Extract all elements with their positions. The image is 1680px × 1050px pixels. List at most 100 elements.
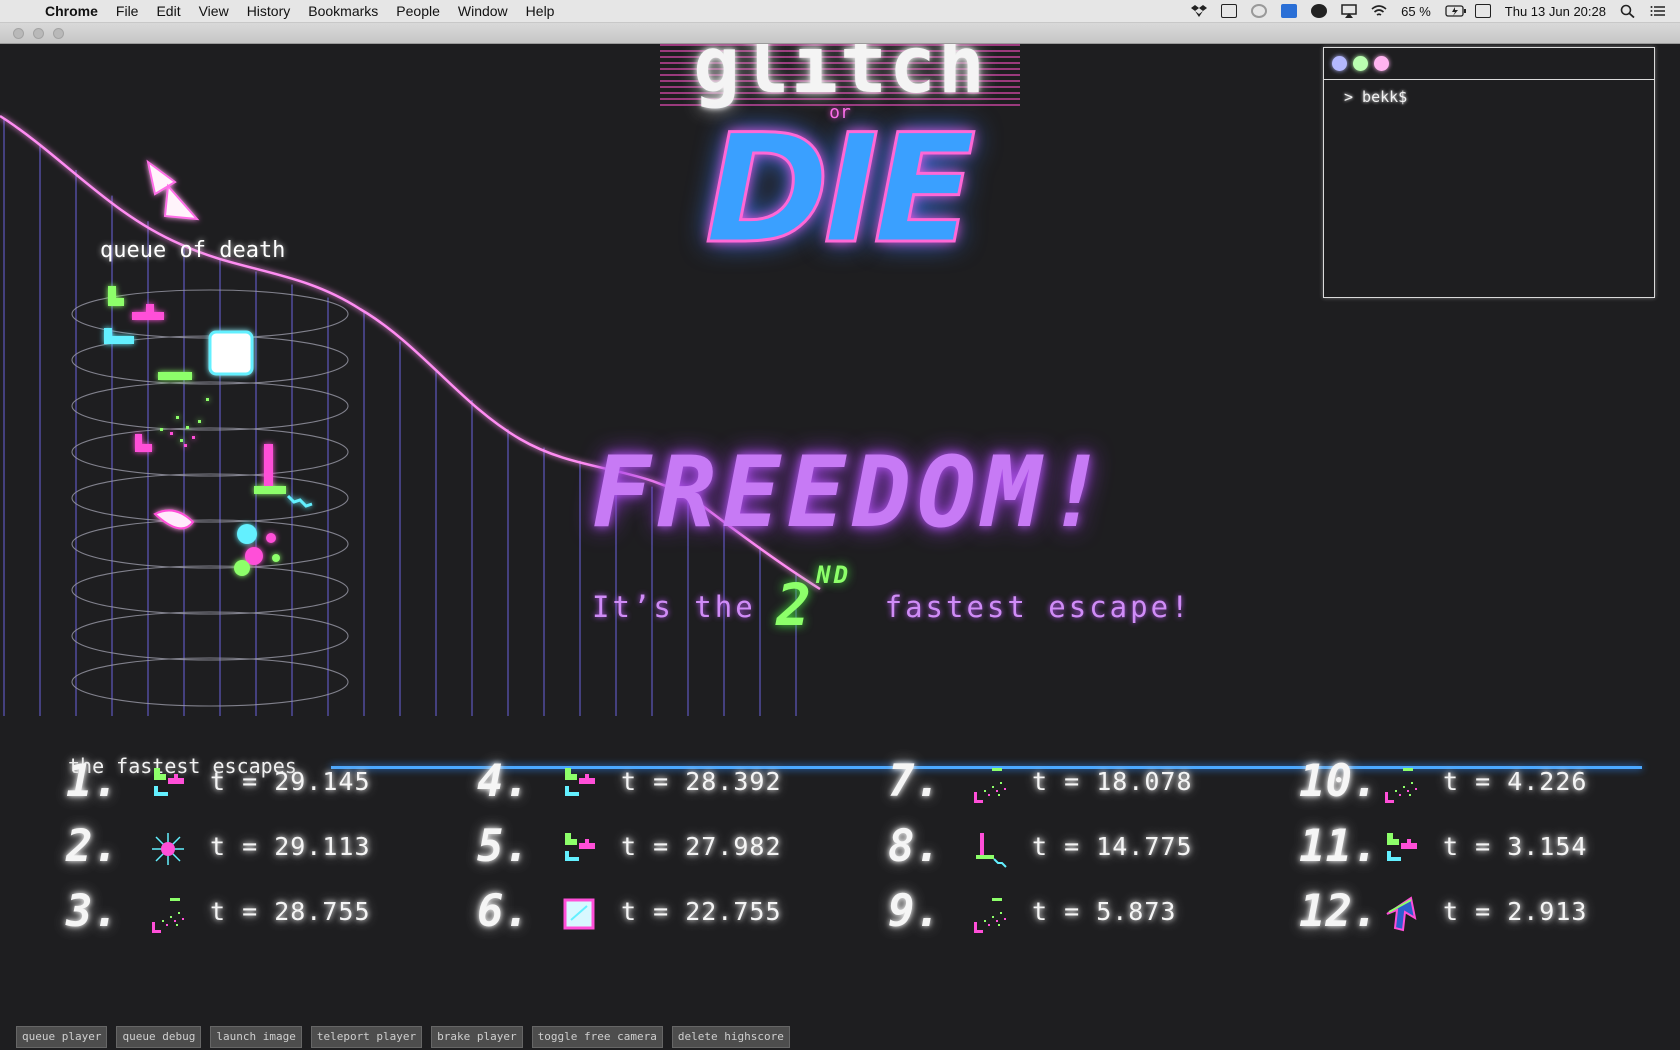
menu-file[interactable]: File: [107, 3, 148, 19]
cc-icon[interactable]: [1221, 4, 1238, 18]
queue-of-death-label: queue of death: [100, 238, 286, 263]
score-entry: 10. t = 4.226: [1299, 754, 1680, 810]
blocks-icon: [565, 768, 595, 796]
vertical-grid-lines: [3, 118, 797, 716]
score-entry: 5. t = 27.982: [477, 819, 867, 875]
toggle-free-camera-button[interactable]: toggle free camera: [531, 1026, 663, 1048]
menu-people[interactable]: People: [387, 3, 449, 19]
escape-rank-message: It’s the 2 ND fastest escape!: [592, 561, 1192, 639]
window-zoom-button[interactable]: [53, 28, 64, 39]
dropbox-icon[interactable]: [1191, 4, 1208, 18]
tube-ring: [71, 657, 349, 707]
escape-prefix: It’s the: [592, 590, 756, 624]
terminal-titlebar: [1324, 48, 1654, 80]
score-entry: 3. t = 28.755: [66, 884, 456, 940]
terminal-dot-blue: [1332, 56, 1347, 71]
tube-ring: [71, 381, 349, 431]
score-rank: 3.: [66, 886, 119, 937]
highscore-panel: the fastest escapes 1. t = 29.145 2. t = 29…: [0, 716, 1680, 1050]
score-time: t = 22.755: [621, 897, 782, 926]
notification-center-icon[interactable]: [1650, 4, 1666, 18]
window-close-button[interactable]: [13, 28, 24, 39]
score-time: t = 4.226: [1443, 767, 1588, 796]
blocks-icon: [154, 768, 184, 796]
score-time: t = 27.982: [621, 832, 782, 861]
score-entry: 8. t = 14.775: [888, 819, 1278, 875]
score-rank: 6.: [477, 886, 530, 937]
score-rank: 11.: [1299, 821, 1379, 872]
score-rank: 1.: [66, 756, 119, 807]
menu-bookmarks[interactable]: Bookmarks: [299, 3, 387, 19]
score-entry: 11. t = 3.154: [1299, 819, 1680, 875]
game-canvas[interactable]: glitch or DIE queue of death FREEDOM! It…: [0, 44, 1680, 716]
browser-titlebar: [0, 23, 1680, 44]
menu-help[interactable]: Help: [517, 3, 564, 19]
score-time: t = 18.078: [1032, 767, 1193, 796]
airplay-icon[interactable]: [1341, 4, 1357, 18]
tube-ring: [71, 519, 349, 569]
launch-image-button[interactable]: launch image: [210, 1026, 302, 1048]
debris-icon: [974, 768, 1006, 803]
menu-bar: Chrome File Edit View History Bookmarks …: [0, 0, 1680, 23]
terminal-window[interactable]: > bekk$: [1323, 47, 1655, 298]
sync-icon[interactable]: [1251, 4, 1268, 18]
score-rank: 10.: [1299, 756, 1379, 807]
score-time: t = 29.145: [210, 767, 371, 796]
score-time: t = 3.154: [1443, 832, 1588, 861]
score-time: t = 2.913: [1443, 897, 1588, 926]
score-entry: 2. t = 29.113: [66, 819, 456, 875]
search-icon[interactable]: [1620, 4, 1636, 19]
battery-icon[interactable]: [1445, 4, 1466, 18]
score-rank: 8.: [888, 821, 941, 872]
score-entry: 6. t = 22.755: [477, 884, 867, 940]
spark-icon: [152, 833, 184, 865]
score-rank: 5.: [477, 821, 530, 872]
wifi-icon[interactable]: [1371, 4, 1387, 18]
menu-edit[interactable]: Edit: [147, 3, 189, 19]
debug-toolbar: queue player queue debug launch image te…: [16, 1026, 790, 1048]
score-entry: 12. t = 2.913: [1299, 884, 1680, 940]
delete-highscore-button[interactable]: delete highscore: [671, 1026, 790, 1048]
logo-die-text: DIE: [704, 103, 978, 277]
window-minimize-button[interactable]: [33, 28, 44, 39]
score-entry: 4. t = 28.392: [477, 754, 867, 810]
menu-view[interactable]: View: [190, 3, 238, 19]
menu-window[interactable]: Window: [449, 3, 517, 19]
status-area: 65 % Thu 13 Jun 20:28: [1191, 4, 1680, 19]
score-entry: 1. t = 29.145: [66, 754, 456, 810]
score-rank: 9.: [888, 886, 941, 937]
score-time: t = 14.775: [1032, 832, 1193, 861]
queue-player-button[interactable]: queue player: [16, 1026, 108, 1048]
queue-debug-button[interactable]: queue debug: [116, 1026, 202, 1048]
freedom-headline: FREEDOM!: [592, 436, 1113, 550]
clock[interactable]: Thu 13 Jun 20:28: [1505, 4, 1606, 19]
debris-icon: [152, 898, 184, 933]
score-time: t = 28.392: [621, 767, 782, 796]
arrow-icon: [1386, 896, 1417, 932]
tiles-icon[interactable]: [1281, 4, 1298, 18]
tube-ring: [71, 427, 349, 477]
terminal-dot-green: [1353, 56, 1368, 71]
image-icon: [563, 898, 595, 930]
score-rank: 12.: [1299, 886, 1379, 937]
brake-player-button[interactable]: brake player: [431, 1026, 523, 1048]
score-entry: 7. t = 18.078: [888, 754, 1278, 810]
menu-app-name[interactable]: Chrome: [36, 3, 107, 19]
calendar-icon[interactable]: [1474, 4, 1491, 18]
menu-history[interactable]: History: [238, 3, 300, 19]
bolt-icon[interactable]: [1311, 4, 1328, 18]
logo-glitch-text: glitch: [660, 44, 1020, 106]
terminal-prompt[interactable]: > bekk$: [1344, 88, 1407, 106]
corner-icon: [976, 833, 1007, 868]
blocks-icon: [565, 833, 595, 861]
escape-suffix: fastest escape!: [884, 590, 1192, 624]
teleport-player-button[interactable]: teleport player: [310, 1026, 423, 1048]
score-entry: 9. t = 5.873: [888, 884, 1278, 940]
debris-icon: [1385, 768, 1417, 803]
tube-ring: [71, 565, 349, 615]
debris-icon: [974, 898, 1006, 933]
score-time: t = 29.113: [210, 832, 371, 861]
escape-rank-number: 2: [776, 571, 815, 639]
battery-percent: 65 %: [1401, 3, 1431, 19]
blocks-icon: [1387, 833, 1417, 861]
